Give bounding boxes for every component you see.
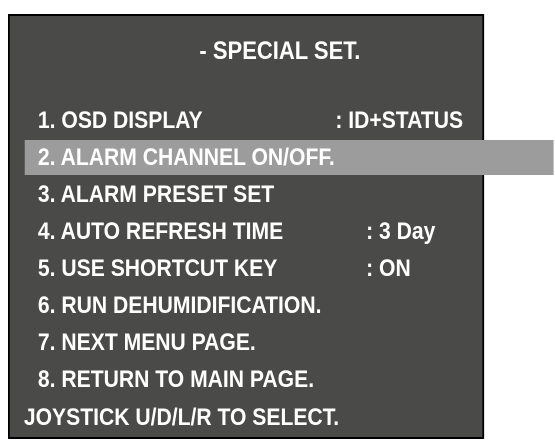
menu-item-value: : ID+STATUS [335, 106, 464, 134]
menu-item-value: : 3 Day [366, 217, 436, 245]
menu-item-label: 3. ALARM PRESET SET [37, 180, 275, 208]
menu-item-alarm-channel[interactable]: 2. ALARM CHANNEL ON/OFF. [10, 139, 554, 176]
menu-item-shortcut-key[interactable]: 5. USE SHORTCUT KEY : ON [10, 250, 550, 287]
menu-item-auto-refresh[interactable]: 4. AUTO REFRESH TIME : 3 Day [10, 213, 550, 250]
menu-item-osd-display[interactable]: 1. OSD DISPLAY : ID+STATUS [10, 102, 550, 139]
menu-item-label: 7. NEXT MENU PAGE. [37, 328, 256, 356]
menu-item-next-page[interactable]: 7. NEXT MENU PAGE. [10, 324, 550, 361]
osd-menu-screen: - SPECIAL SET. 1. OSD DISPLAY : ID+STATU… [8, 14, 554, 439]
menu-item-label: 4. AUTO REFRESH TIME [37, 217, 284, 245]
menu-item-label: 1. OSD DISPLAY [37, 106, 203, 134]
menu-item-label: 5. USE SHORTCUT KEY [37, 254, 278, 282]
menu-title: - SPECIAL SET. [199, 37, 361, 65]
menu-item-label: 8. RETURN TO MAIN PAGE. [37, 365, 315, 393]
menu-item-label: 6. RUN DEHUMIDIFICATION. [37, 291, 322, 319]
menu-item-label: 2. ALARM CHANNEL ON/OFF. [37, 143, 335, 171]
footer-hint: JOYSTICK U/D/L/R TO SELECT. [23, 404, 340, 431]
menu-item-return-main[interactable]: 8. RETURN TO MAIN PAGE. [10, 361, 550, 398]
menu-item-alarm-preset[interactable]: 3. ALARM PRESET SET [10, 176, 550, 213]
menu-item-dehumidification[interactable]: 6. RUN DEHUMIDIFICATION. [10, 287, 550, 324]
menu-item-value: : ON [366, 254, 411, 282]
